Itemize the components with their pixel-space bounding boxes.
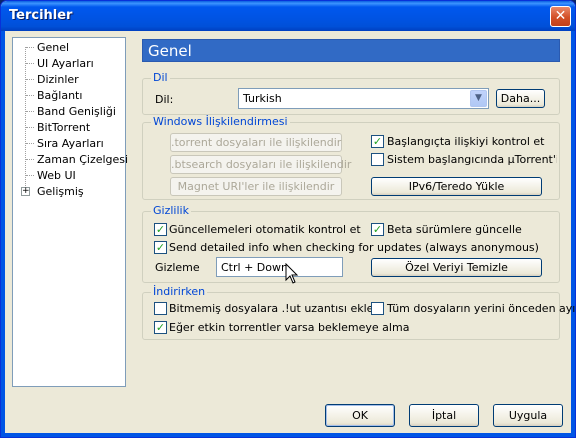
- ok-button[interactable]: OK: [325, 404, 395, 427]
- window-border-right: [571, 31, 575, 437]
- language-select[interactable]: Turkish ▼: [238, 88, 489, 109]
- tree-item-advanced[interactable]: Gelişmiş: [37, 184, 84, 199]
- tree-item-scheduler[interactable]: Zaman Çizelgesi: [37, 152, 128, 167]
- start-with-system-label: Sistem başlangıcında µTorrent'i çalıştır: [387, 153, 557, 166]
- auto-update-label: Güncellemeleri otomatik kontrol et: [169, 223, 361, 236]
- window-border-bottom: [1, 433, 575, 437]
- language-group-label: Dil: [151, 71, 170, 84]
- tree-item-genel[interactable]: Genel: [37, 40, 69, 55]
- tree-connector: [26, 95, 34, 96]
- check-association-startup-checkbox[interactable]: ✓: [371, 135, 384, 148]
- tree-guide-line: [25, 47, 26, 192]
- close-button[interactable]: ✕: [550, 6, 571, 27]
- clear-private-data-button[interactable]: Özel Veriyi Temizle: [371, 258, 542, 277]
- tree-item-bittorrent[interactable]: BitTorrent: [37, 120, 90, 135]
- language-field-label: Dil:: [155, 93, 174, 106]
- tree-connector: [26, 143, 34, 144]
- tree-item-connection[interactable]: Bağlantı: [37, 88, 82, 103]
- preallocate-checkbox[interactable]: [371, 302, 384, 315]
- preferences-window: Tercihler ✕ Genel UI Ayarları Dizinler B…: [0, 0, 576, 438]
- tree-item-ui-settings[interactable]: UI Ayarları: [37, 56, 94, 71]
- prevent-standby-label: Eğer etkin torrentler varsa beklemeye al…: [169, 321, 410, 334]
- tree-connector: [26, 47, 34, 48]
- associate-btsearch-button[interactable]: .btsearch dosyaları ile ilişkilendir: [170, 155, 351, 174]
- tree-connector: [26, 127, 34, 128]
- beta-updates-label: Beta sürümlere güncelle: [387, 223, 522, 236]
- tree-connector: [26, 175, 34, 176]
- append-ut-label: Bitmemiş dosyalara .!ut uzantısı ekle: [169, 302, 374, 315]
- language-selected-value: Turkish: [243, 92, 282, 105]
- window-title: Tercihler: [9, 8, 73, 23]
- associate-magnet-button[interactable]: Magnet URI'ler ile ilişkilendir: [170, 177, 342, 196]
- tree-connector: [26, 63, 34, 64]
- chevron-down-icon[interactable]: ▼: [470, 90, 487, 107]
- associate-torrent-button[interactable]: .torrent dosyaları ile ilişkilendir: [170, 133, 342, 152]
- title-bar[interactable]: Tercihler ✕: [1, 1, 575, 31]
- boss-key-value: Ctrl + Down: [221, 261, 288, 274]
- page-title: Genel: [142, 39, 560, 62]
- window-border-left: [1, 31, 5, 437]
- send-info-label: Send detailed info when checking for upd…: [169, 241, 539, 254]
- tree-connector: [26, 159, 34, 160]
- install-ipv6-button[interactable]: IPv6/Teredo Yükle: [371, 177, 542, 196]
- append-ut-checkbox[interactable]: [154, 302, 167, 315]
- downloading-group-label: İndirirken: [151, 285, 208, 298]
- start-with-system-checkbox[interactable]: [371, 153, 384, 166]
- prevent-standby-checkbox[interactable]: ✓: [154, 321, 167, 334]
- tree-item-bandwidth[interactable]: Band Genişliği: [37, 104, 116, 119]
- beta-updates-checkbox[interactable]: ✓: [371, 223, 384, 236]
- preallocate-label: Tüm dosyaların yerini önceden ayır: [387, 302, 576, 315]
- tree-item-directories[interactable]: Dizinler: [37, 72, 79, 87]
- category-tree[interactable]: Genel UI Ayarları Dizinler Bağlantı Band…: [12, 37, 128, 387]
- language-more-button[interactable]: Daha...: [496, 89, 545, 108]
- expand-plus-icon[interactable]: +: [21, 187, 30, 196]
- auto-update-checkbox[interactable]: ✓: [154, 223, 167, 236]
- tree-connector: [26, 79, 34, 80]
- cancel-button[interactable]: İptal: [409, 404, 479, 427]
- check-association-startup-label: Başlangıçta ilişkiyi kontrol et: [387, 135, 545, 148]
- mouse-pointer-icon: [285, 263, 299, 284]
- apply-button[interactable]: Uygula: [493, 404, 563, 427]
- privacy-group-label: Gizlilik: [151, 204, 191, 217]
- boss-key-input[interactable]: Ctrl + Down: [216, 257, 343, 277]
- tree-item-queueing[interactable]: Sıra Ayarları: [37, 136, 104, 151]
- send-info-checkbox[interactable]: ✓: [154, 241, 167, 254]
- tree-connector: [26, 111, 34, 112]
- windows-group-label: Windows İlişkilendirmesi: [151, 115, 290, 128]
- tree-item-web-ui[interactable]: Web UI: [37, 168, 76, 183]
- boss-key-label: Gizleme: [155, 261, 200, 274]
